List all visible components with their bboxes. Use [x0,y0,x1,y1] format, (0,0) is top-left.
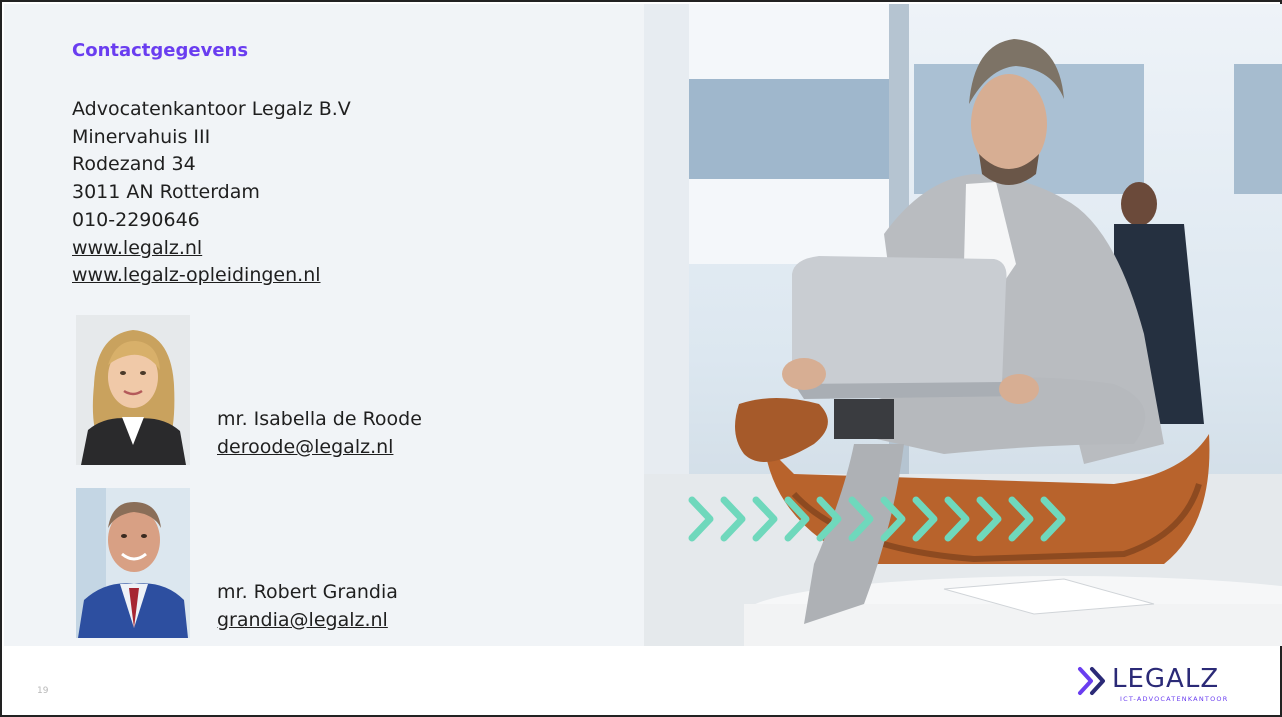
website-link-opleidingen[interactable]: www.legalz-opleidingen.nl [72,264,321,286]
postal-city: 3011 AN Rotterdam [72,181,260,204]
building-name: Minervahuis III [72,125,211,148]
legalz-logo: LEGALZ ICT-ADVOCATENKANTOOR [1077,662,1257,707]
website-link-legalz[interactable]: www.legalz.nl [72,237,202,259]
person-name: mr. Isabella de Roode [217,408,422,430]
slide: Contactgegevens Advocatenkantoor Legalz … [0,0,1282,717]
page-number: 19 [37,686,49,696]
company-name: Advocatenkantoor Legalz B.V [72,98,351,120]
email-link-grandia[interactable]: grandia@legalz.nl [217,609,388,631]
logo-text: LEGALZ [1112,664,1220,694]
street-address: Rodezand 34 [72,153,196,176]
person-isabella: mr. Isabella de Roode deroode@legalz.nl [217,405,422,461]
photo-robert-grandia [76,488,190,638]
logo-subtext: ICT-ADVOCATENKANTOOR [1120,695,1229,703]
logo-chevron-icon [1078,667,1105,695]
businessman-photo [644,4,1282,646]
person-robert: mr. Robert Grandia grandia@legalz.nl [217,578,398,634]
phone-number: 010-2290646 [72,208,200,231]
contact-heading: Contactgegevens [72,40,249,61]
photo-isabella-de-roode [76,315,190,465]
email-link-deroode[interactable]: deroode@legalz.nl [217,436,393,458]
person-name: mr. Robert Grandia [217,581,398,603]
address-block: Advocatenkantoor Legalz B.V Minervahuis … [72,96,351,290]
